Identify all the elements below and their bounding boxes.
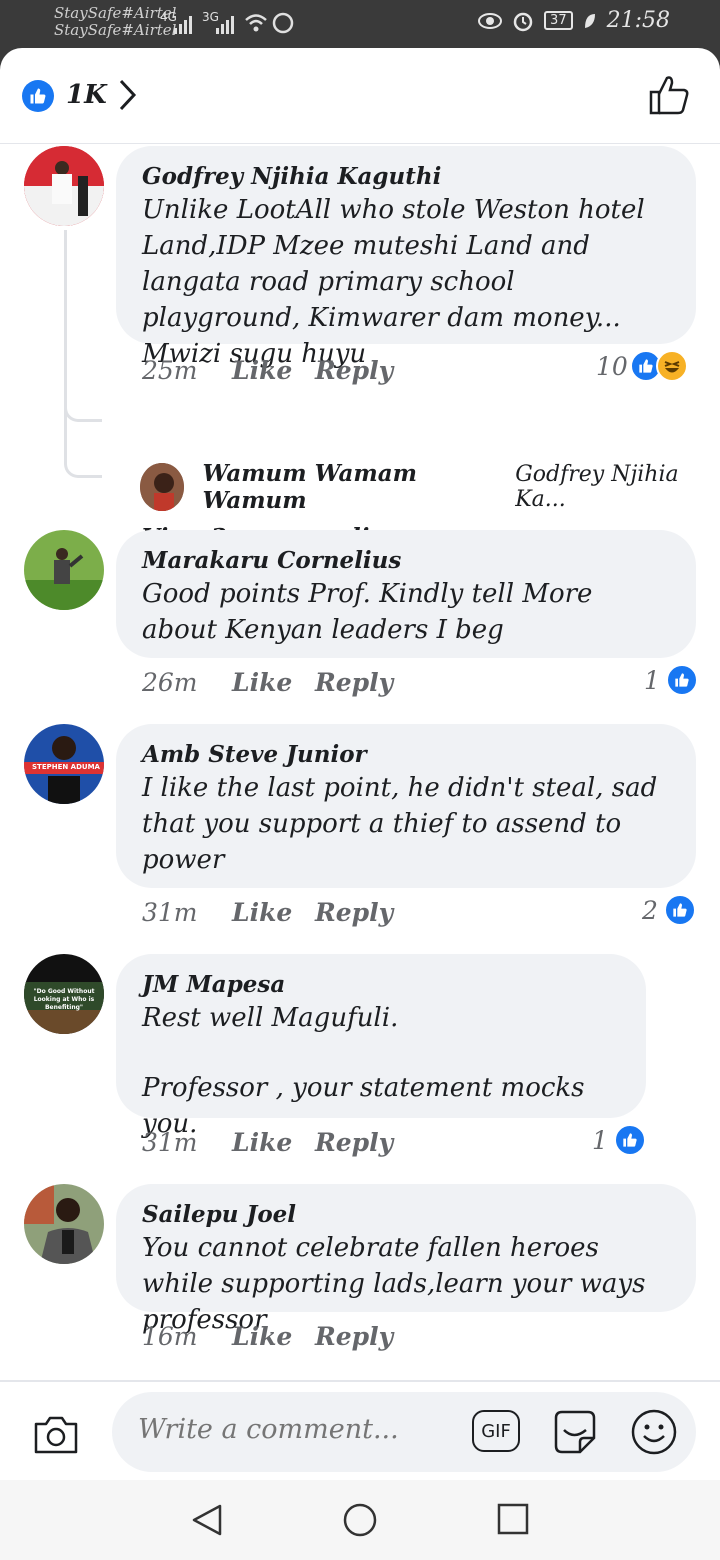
- like-reaction-icon: [663, 894, 696, 926]
- nav-back-icon[interactable]: [190, 1502, 224, 1538]
- haha-reaction-icon: [655, 350, 688, 382]
- comment-actions: 25m Like Reply: [142, 356, 393, 385]
- like-badge-icon: [22, 80, 54, 112]
- reply-button[interactable]: Reply: [315, 1128, 393, 1157]
- comment-actions: 26m Like Reply: [142, 668, 393, 697]
- system-nav-bar: [0, 1480, 720, 1560]
- comment-actions: 16m Like Reply: [142, 1322, 393, 1351]
- nav-home-icon[interactable]: [342, 1502, 378, 1538]
- like-button[interactable]: Like: [232, 1322, 315, 1351]
- comments-sheet: 1K Godfrey Njihia Kaguthi Unlike LootAll…: [0, 48, 720, 1480]
- like-reaction-icon: [665, 664, 698, 696]
- like-button[interactable]: Like: [232, 1128, 315, 1157]
- reaction-count: 1: [644, 665, 660, 695]
- carrier-label: StaySafe#Airtel StaySafe#Airtel: [54, 4, 176, 40]
- comment-bubble[interactable]: Godfrey Njihia Kaguthi Unlike LootAll wh…: [116, 146, 696, 369]
- carrier-line-2: StaySafe#Airtel: [54, 21, 177, 39]
- comment-author[interactable]: Sailepu Joel: [142, 1200, 670, 1230]
- avatar[interactable]: STEPHEN ADUMA: [24, 724, 104, 804]
- comment-input[interactable]: [138, 1414, 458, 1445]
- whatsapp-icon: [272, 12, 294, 34]
- reaction-count: 1: [592, 1125, 608, 1155]
- reply-button[interactable]: Reply: [315, 898, 393, 927]
- comment-bubble[interactable]: Amb Steve Junior I like the last point, …: [116, 724, 696, 888]
- sticker-icon[interactable]: [550, 1408, 600, 1456]
- comment-input-box[interactable]: GIF: [112, 1392, 696, 1472]
- reply-avatar[interactable]: [140, 463, 185, 511]
- avatar-caption: "Do Good Without Looking at Who is Benef…: [33, 988, 95, 1011]
- comment-text: Unlike LootAll who stole Weston hotel La…: [142, 195, 645, 369]
- status-bar: StaySafe#Airtel StaySafe#Airtel 4G 3G 37…: [0, 0, 720, 48]
- gif-icon[interactable]: GIF: [472, 1410, 520, 1452]
- comment-reactions[interactable]: 1: [644, 664, 698, 696]
- comment-actions: 31m Like Reply: [142, 1128, 393, 1157]
- reaction-count: 2: [642, 895, 658, 925]
- comment-time: 16m: [142, 1322, 198, 1351]
- avatar[interactable]: [24, 1184, 104, 1264]
- thumbs-up-outline-icon[interactable]: [648, 74, 690, 116]
- reaction-count: 10: [596, 351, 628, 381]
- signal-icon-2: [216, 16, 234, 34]
- avatar[interactable]: "Do Good Without Looking at Who is Benef…: [24, 954, 104, 1034]
- leaf-icon: [584, 13, 595, 28]
- status-right-group: 37 21:58: [478, 8, 670, 33]
- comment-bubble[interactable]: Marakaru Cornelius Good points Prof. Kin…: [116, 530, 696, 658]
- comment-reactions[interactable]: 10: [596, 350, 688, 382]
- alarm-icon: [513, 12, 533, 31]
- comment-reactions[interactable]: 2: [642, 894, 696, 926]
- comment-author[interactable]: JM Mapesa: [142, 970, 620, 1000]
- avatar-caption: STEPHEN ADUMA: [32, 763, 100, 771]
- reactions-header[interactable]: 1K: [0, 48, 720, 144]
- like-button[interactable]: Like: [232, 668, 315, 697]
- comment-author[interactable]: Amb Steve Junior: [142, 740, 670, 770]
- comment-composer: GIF: [0, 1380, 720, 1480]
- reply-author[interactable]: Wamum Wamam Wamum: [202, 460, 505, 514]
- avatar[interactable]: [24, 530, 104, 610]
- like-button[interactable]: Like: [232, 898, 315, 927]
- reply-button[interactable]: Reply: [315, 668, 393, 697]
- signal-icon: [174, 16, 192, 34]
- wifi-icon: [245, 14, 267, 32]
- eye-icon: [478, 12, 503, 29]
- battery-indicator: 37: [544, 11, 573, 30]
- gif-label: GIF: [481, 1420, 511, 1442]
- chevron-right-icon[interactable]: [118, 78, 138, 112]
- reply-preview[interactable]: Wamum Wamam Wamum Godfrey Njihia Ka...: [140, 460, 720, 514]
- reply-button[interactable]: Reply: [315, 356, 393, 385]
- comment-time: 26m: [142, 668, 198, 697]
- comment-time: 31m: [142, 898, 198, 927]
- thread-line-branch: [64, 230, 102, 422]
- comment-bubble[interactable]: Sailepu Joel You cannot celebrate fallen…: [116, 1184, 696, 1335]
- avatar[interactable]: [24, 146, 104, 226]
- emoji-icon[interactable]: [630, 1408, 678, 1456]
- comment-actions: 31m Like Reply: [142, 898, 393, 927]
- reaction-count: 1K: [66, 80, 107, 110]
- comment-time: 31m: [142, 1128, 198, 1157]
- nav-recents-icon[interactable]: [496, 1502, 530, 1536]
- reply-button[interactable]: Reply: [315, 1322, 393, 1351]
- comment-author[interactable]: Godfrey Njihia Kaguthi: [142, 162, 670, 192]
- comment-bubble[interactable]: JM Mapesa Rest well Magufuli. Professor …: [116, 954, 646, 1139]
- camera-icon[interactable]: [32, 1414, 80, 1456]
- like-reaction-icon: [613, 1124, 646, 1156]
- comment-reactions[interactable]: 1: [592, 1124, 646, 1156]
- comment-text: I like the last point, he didn't steal, …: [142, 773, 658, 875]
- comment-text: Rest well Magufuli.: [142, 1003, 399, 1033]
- clock: 21:58: [606, 8, 670, 33]
- comment-text: Good points Prof. Kindly tell More about…: [142, 579, 593, 645]
- comment-author[interactable]: Marakaru Cornelius: [142, 546, 670, 576]
- like-button[interactable]: Like: [232, 356, 315, 385]
- comment-time: 25m: [142, 356, 198, 385]
- reply-text: Godfrey Njihia Ka...: [515, 462, 679, 512]
